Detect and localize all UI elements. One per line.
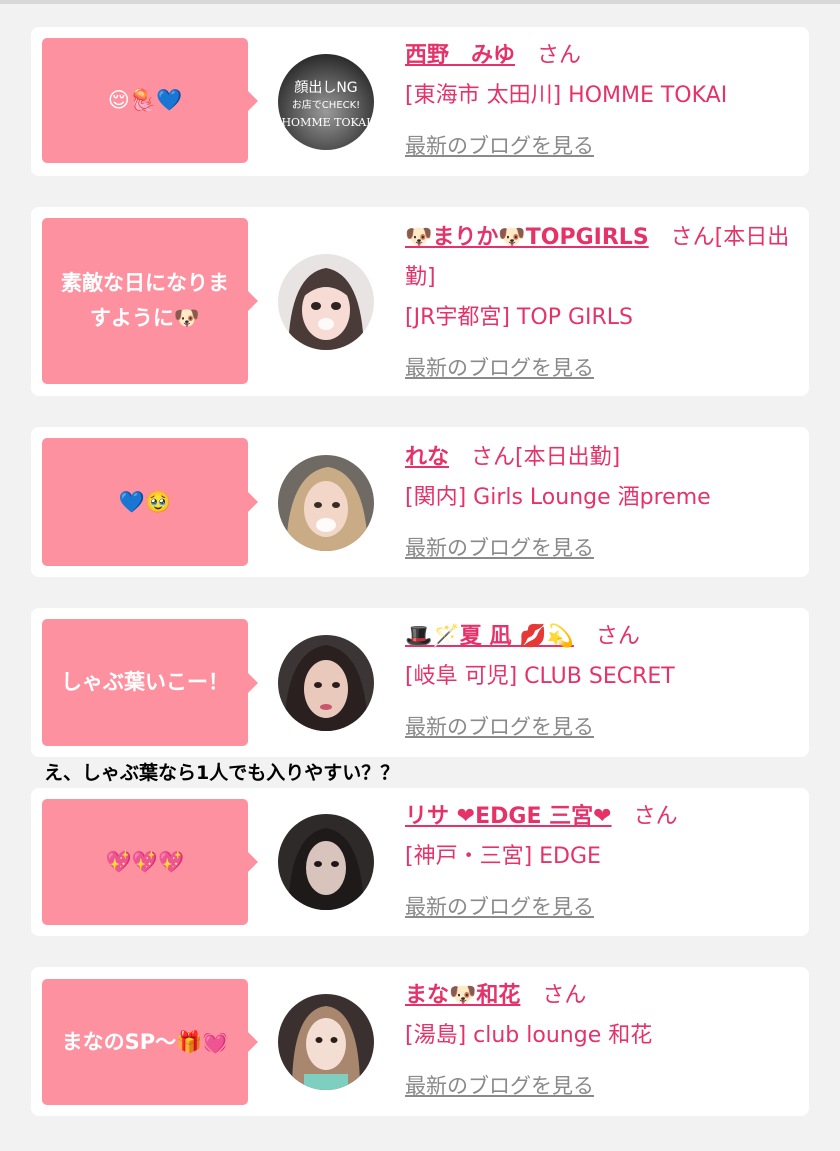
name-suffix: さん — [595, 624, 640, 649]
avatar-image — [278, 254, 374, 350]
bubble-text: 💙🥹 — [118, 489, 172, 514]
bubble-text: まなのSP〜🎁💓 — [61, 1029, 229, 1054]
avatar-image: 顔出しNG お店でCHECK! HOMME TOKAI — [278, 54, 374, 150]
cast-name-link[interactable]: 🐶まりか🐶TOPGIRLS — [405, 225, 649, 250]
cast-info: 西野 みゆ さん [東海市 太田川] HOMME TOKAI 最新のブログを見る — [405, 36, 799, 166]
cast-card: 💙🥹 れな さん[本日出勤] [関内] Girls Lounge 酒preme 最… — [31, 427, 809, 577]
avatar-caption: 顔出しNG — [294, 80, 357, 96]
bubble-text: しゃぶ葉いこー！ — [61, 670, 229, 694]
name-suffix: さん — [537, 43, 582, 68]
avatar[interactable] — [278, 814, 374, 910]
comment-bubble: 💙🥹 — [42, 438, 258, 566]
cast-info: れな さん[本日出勤] [関内] Girls Lounge 酒preme 最新のブ… — [405, 438, 799, 568]
comment-bubble: まなのSP〜🎁💓 — [42, 979, 258, 1105]
cast-card: 💖💖💖 リサ ❤EDGE 三宮❤ さん [神戸・三宮] EDGE 最新のブログを見… — [31, 788, 809, 936]
cast-card: 素敵な日になりますように🐶 🐶まりか🐶TOPGIRLS さん[本日出勤] [JR宇… — [31, 207, 809, 396]
avatar[interactable] — [278, 455, 374, 551]
comment-bubble: 素敵な日になりますように🐶 — [42, 218, 258, 384]
bubble-text: 素敵な日になりますように🐶 — [61, 271, 229, 330]
shop-label: [東海市 太田川] HOMME TOKAI — [405, 83, 728, 108]
name-suffix: さん — [542, 983, 587, 1008]
avatar[interactable]: 顔出しNG お店でCHECK! HOMME TOKAI — [278, 54, 374, 150]
shop-label: [JR宇都宮] TOP GIRLS — [405, 305, 633, 330]
cast-info: まな🐶和花 さん [湯島] club lounge 和花 最新のブログを見る — [405, 976, 799, 1106]
cast-name-link[interactable]: れな — [405, 445, 449, 470]
latest-blog-link[interactable]: 最新のブログを見る — [405, 1066, 594, 1106]
shop-label: [関内] Girls Lounge 酒preme — [405, 485, 711, 510]
avatar-image — [278, 635, 374, 731]
avatar[interactable] — [278, 635, 374, 731]
cast-card: しゃぶ葉いこー！ 🎩🪄夏 凪 💋💫 さん [岐阜 可児] CLUB SECRET … — [31, 608, 809, 757]
cast-name-link[interactable]: 🎩🪄夏 凪 💋💫 — [405, 624, 574, 649]
cast-card: 😌🪼💙 顔出しNG お店でCHECK! HOMME TOKAI 西野 みゆ さん … — [31, 27, 809, 176]
cast-name-link[interactable]: 西野 みゆ — [405, 43, 515, 68]
cast-info: 🎩🪄夏 凪 💋💫 さん [岐阜 可児] CLUB SECRET 最新のブログを見る — [405, 617, 799, 747]
avatar[interactable] — [278, 254, 374, 350]
top-divider — [0, 0, 840, 4]
avatar-caption: HOMME TOKAI — [281, 116, 370, 129]
avatar-image — [278, 994, 374, 1090]
bubble-text: 💖💖💖 — [105, 849, 185, 874]
latest-blog-link[interactable]: 最新のブログを見る — [405, 887, 594, 927]
cast-name-link[interactable]: リサ ❤EDGE 三宮❤ — [405, 804, 612, 829]
bubble-text: 😌🪼💙 — [107, 88, 183, 112]
shop-label: [湯島] club lounge 和花 — [405, 1023, 653, 1048]
shop-label: [神戸・三宮] EDGE — [405, 844, 601, 869]
avatar-image — [278, 455, 374, 551]
name-suffix: さん — [633, 804, 678, 829]
cast-name-link[interactable]: まな🐶和花 — [405, 983, 520, 1008]
cast-info: リサ ❤EDGE 三宮❤ さん [神戸・三宮] EDGE 最新のブログを見る — [405, 797, 799, 927]
shop-label: [岐阜 可児] CLUB SECRET — [405, 664, 675, 689]
avatar-image — [278, 814, 374, 910]
latest-blog-link[interactable]: 最新のブログを見る — [405, 707, 594, 747]
latest-blog-link[interactable]: 最新のブログを見る — [405, 126, 594, 166]
overlay-comment: え、しゃぶ葉なら1人でも入りやすい？？ — [44, 762, 400, 784]
avatar-caption: お店でCHECK! — [292, 98, 360, 111]
latest-blog-link[interactable]: 最新のブログを見る — [405, 528, 594, 568]
latest-blog-link[interactable]: 最新のブログを見る — [405, 348, 594, 388]
name-suffix: さん[本日出勤] — [471, 445, 621, 470]
cast-info: 🐶まりか🐶TOPGIRLS さん[本日出勤] [JR宇都宮] TOP GIRLS … — [405, 218, 799, 388]
comment-bubble: 💖💖💖 — [42, 799, 258, 925]
cast-card: まなのSP〜🎁💓 まな🐶和花 さん [湯島] club lounge 和花 最新の… — [31, 967, 809, 1116]
avatar[interactable] — [278, 994, 374, 1090]
comment-bubble: 😌🪼💙 — [42, 38, 258, 163]
comment-bubble: しゃぶ葉いこー！ — [42, 619, 258, 746]
